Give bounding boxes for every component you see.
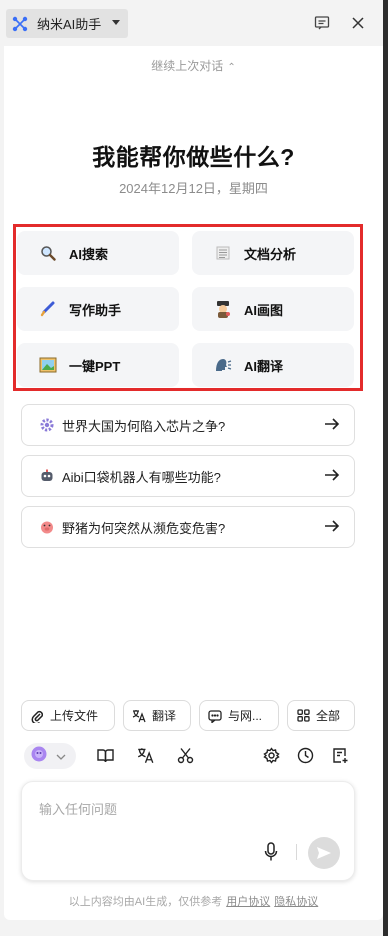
send-icon [317,847,331,859]
robot-icon [40,469,54,483]
app-title: 纳米AI助手 [37,17,102,32]
suggestion-label: Aibi口袋机器人有哪些功能? [62,469,221,485]
app-switcher[interactable]: 纳米AI助手 [6,9,128,38]
pen-icon [39,300,57,318]
suggestion-label: 野猪为何突然从濒危变危害? [62,520,226,536]
translate-icon[interactable] [134,744,156,766]
chevron-double-up-icon: ⌃ [227,62,236,73]
chat-bubble-icon [208,709,222,723]
all-tools-label: 全部 [316,709,341,723]
feature-label: AI搜索 [69,246,109,262]
gear-icon [40,418,54,432]
app-logo-icon [12,16,28,32]
feature-ai-translate[interactable]: AI翻译 [192,343,354,387]
translate-label: 翻译 [152,709,177,723]
privacy-link[interactable]: 隐私协议 [274,896,318,908]
continue-label: 继续上次对话 [151,59,224,73]
translate-icon [132,709,146,723]
document-icon [214,244,232,262]
magnifier-icon [39,244,57,262]
web-chat-button[interactable]: 与网... [199,700,279,731]
title-bar: 纳米AI助手 [0,0,388,46]
arrow-right-icon [324,417,340,436]
web-chat-label: 与网... [228,709,263,723]
chat-window-icon[interactable] [313,14,331,32]
pig-icon [40,520,54,534]
feature-label: 写作助手 [69,302,122,318]
footer: 以上内容均由AI生成，仅供参考 用户协议 隐私协议 [4,893,383,909]
ai-disclaimer: 以上内容均由AI生成，仅供参考 [68,896,223,908]
paperclip-icon [30,709,44,723]
history-icon[interactable] [294,744,316,766]
book-icon[interactable] [94,744,116,766]
settings-icon[interactable] [260,744,282,766]
upload-file-label: 上传文件 [50,709,99,723]
feature-label: AI翻译 [244,358,284,374]
feature-document-analysis[interactable]: 文档分析 [192,231,354,275]
input-divider [296,844,297,860]
model-avatar-icon [30,745,48,768]
feature-label: 文档分析 [244,246,297,262]
feature-writing-assistant[interactable]: 写作助手 [17,287,179,331]
picture-icon [39,356,57,374]
chevron-down-icon [112,20,120,25]
current-date: 2024年12月12日，星期四 [119,181,268,196]
suggestion-item[interactable]: 野猪为何突然从濒危变危害? [21,506,355,548]
arrow-right-icon [324,468,340,487]
continue-conversation[interactable]: 继续上次对话 ⌃ [4,57,383,74]
painter-icon [214,300,232,318]
window-edge [383,0,388,936]
user-agreement-link[interactable]: 用户协议 [226,896,270,908]
speaking-head-icon [214,356,232,374]
all-tools-button[interactable]: 全部 [287,700,355,731]
feature-label: AI画图 [244,302,284,318]
suggestion-item[interactable]: Aibi口袋机器人有哪些功能? [21,455,355,497]
scissors-icon[interactable] [174,744,196,766]
arrow-right-icon [324,519,340,538]
upload-file-button[interactable]: 上传文件 [21,700,115,731]
feature-ai-search[interactable]: AI搜索 [17,231,179,275]
feature-label: 一键PPT [69,358,121,374]
question-input[interactable]: 输入任何问题 [21,781,355,881]
new-chat-icon[interactable] [329,744,351,766]
grid-icon [296,709,310,723]
page-title: 我能帮你做些什么? [92,144,295,170]
close-icon[interactable] [349,14,367,32]
assistant-panel: 继续上次对话 ⌃ 我能帮你做些什么? 2024年12月12日，星期四 AI搜索 文… [4,46,383,920]
chevron-down-icon [56,747,66,765]
send-button[interactable] [308,837,340,869]
model-selector[interactable] [24,743,76,769]
suggestion-label: 世界大国为何陷入芯片之争? [62,418,226,434]
feature-one-click-ppt[interactable]: 一键PPT [17,343,179,387]
translate-button[interactable]: 翻译 [123,700,191,731]
input-placeholder: 输入任何问题 [39,802,118,817]
suggestion-item[interactable]: 世界大国为何陷入芯片之争? [21,404,355,446]
microphone-icon[interactable] [262,842,280,862]
feature-ai-drawing[interactable]: AI画图 [192,287,354,331]
